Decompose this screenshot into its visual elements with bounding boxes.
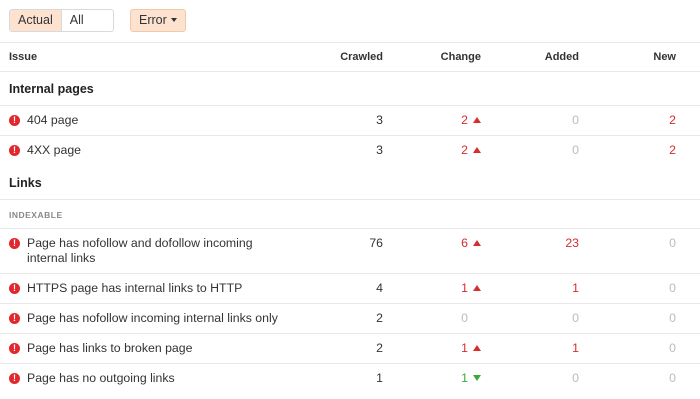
issue-name[interactable]: 4XX page <box>27 143 81 158</box>
severity-filter-label: Error <box>139 13 167 27</box>
new-count[interactable]: 0 <box>669 371 676 385</box>
change-value[interactable]: 2 <box>461 113 481 127</box>
change-count: 1 <box>461 341 468 355</box>
new-count[interactable]: 0 <box>669 236 676 250</box>
arrow-up-icon <box>473 345 481 351</box>
crawled-count[interactable]: 4 <box>376 281 383 295</box>
error-icon: ! <box>9 373 20 384</box>
added-count[interactable]: 0 <box>572 143 579 157</box>
table-row[interactable]: ! Page has nofollow and dofollow incomin… <box>0 236 700 266</box>
header-issue[interactable]: Issue <box>9 51 37 63</box>
error-icon: ! <box>9 313 20 324</box>
arrow-up-icon <box>473 240 481 246</box>
divider <box>0 105 700 106</box>
table-header: Issue Crawled Change Added New <box>0 51 700 65</box>
section-header: Internal pages <box>0 82 700 98</box>
crawled-count[interactable]: 3 <box>376 113 383 127</box>
arrow-up-icon <box>473 285 481 291</box>
change-value[interactable]: 1 <box>461 371 481 385</box>
added-count[interactable]: 0 <box>572 371 579 385</box>
table-row[interactable]: ! Page has no outgoing links 1 1 0 0 <box>0 371 700 387</box>
crawled-count[interactable]: 2 <box>376 311 383 325</box>
issue-name[interactable]: Page has nofollow and dofollow incoming … <box>27 236 292 266</box>
view-toggle: Actual All issues <box>9 9 115 32</box>
crawled-count[interactable]: 3 <box>376 143 383 157</box>
section-title: Internal pages <box>9 82 94 96</box>
crawled-count[interactable]: 76 <box>369 236 383 250</box>
added-count[interactable]: 23 <box>565 236 579 250</box>
crawled-count[interactable]: 2 <box>376 341 383 355</box>
issue-name[interactable]: HTTPS page has internal links to HTTP <box>27 281 242 296</box>
header-change[interactable]: Change <box>441 51 481 63</box>
added-count[interactable]: 1 <box>572 341 579 355</box>
divider <box>0 71 700 72</box>
added-count[interactable]: 1 <box>572 281 579 295</box>
section-header: Links <box>0 176 700 192</box>
added-count[interactable]: 0 <box>572 311 579 325</box>
new-count[interactable]: 2 <box>669 113 676 127</box>
table-row[interactable]: ! Page has nofollow incoming internal li… <box>0 311 700 327</box>
divider <box>0 42 700 43</box>
section-title: Links <box>9 176 42 190</box>
table-row[interactable]: ! HTTPS page has internal links to HTTP … <box>0 281 700 297</box>
group-label: INDEXABLE <box>9 210 63 220</box>
header-crawled[interactable]: Crawled <box>340 51 383 63</box>
error-icon: ! <box>9 238 20 249</box>
header-new[interactable]: New <box>653 51 676 63</box>
new-count[interactable]: 2 <box>669 143 676 157</box>
arrow-down-icon <box>473 375 481 381</box>
new-count[interactable]: 0 <box>669 311 676 325</box>
divider <box>0 273 700 274</box>
issue-name[interactable]: Page has links to broken page <box>27 341 192 356</box>
table-row[interactable]: ! 4XX page 3 2 0 2 <box>0 143 700 159</box>
arrow-up-icon <box>473 117 481 123</box>
crawled-count[interactable]: 1 <box>376 371 383 385</box>
issue-name[interactable]: 404 page <box>27 113 78 128</box>
divider <box>0 303 700 304</box>
error-icon: ! <box>9 283 20 294</box>
issue-name[interactable]: Page has nofollow incoming internal link… <box>27 311 278 326</box>
added-count[interactable]: 0 <box>572 113 579 127</box>
actual-button[interactable]: Actual <box>10 10 61 31</box>
caret-down-icon <box>170 18 177 22</box>
table-row[interactable]: ! Page has links to broken page 2 1 1 0 <box>0 341 700 357</box>
new-count[interactable]: 0 <box>669 281 676 295</box>
all-issues-button[interactable]: All issues <box>60 10 114 31</box>
change-value[interactable]: 6 <box>461 236 481 250</box>
change-count: 0 <box>461 311 468 325</box>
error-icon: ! <box>9 115 20 126</box>
issue-name[interactable]: Page has no outgoing links <box>27 371 175 386</box>
error-icon: ! <box>9 145 20 156</box>
change-value[interactable]: 2 <box>461 143 481 157</box>
new-count[interactable]: 0 <box>669 341 676 355</box>
arrow-up-icon <box>473 147 481 153</box>
group-header: INDEXABLE <box>0 210 700 222</box>
divider <box>0 228 700 229</box>
divider <box>0 199 700 200</box>
table-row[interactable]: ! 404 page 3 2 0 2 <box>0 113 700 129</box>
change-count: 1 <box>461 281 468 295</box>
divider <box>0 135 700 136</box>
divider <box>0 363 700 364</box>
severity-filter-dropdown[interactable]: Error <box>130 9 186 32</box>
change-value[interactable]: 0 <box>461 311 481 325</box>
change-count: 1 <box>461 371 468 385</box>
divider <box>0 333 700 334</box>
change-count: 2 <box>461 113 468 127</box>
change-value[interactable]: 1 <box>461 341 481 355</box>
header-added[interactable]: Added <box>545 51 579 63</box>
change-count: 6 <box>461 236 468 250</box>
change-value[interactable]: 1 <box>461 281 481 295</box>
error-icon: ! <box>9 343 20 354</box>
change-count: 2 <box>461 143 468 157</box>
